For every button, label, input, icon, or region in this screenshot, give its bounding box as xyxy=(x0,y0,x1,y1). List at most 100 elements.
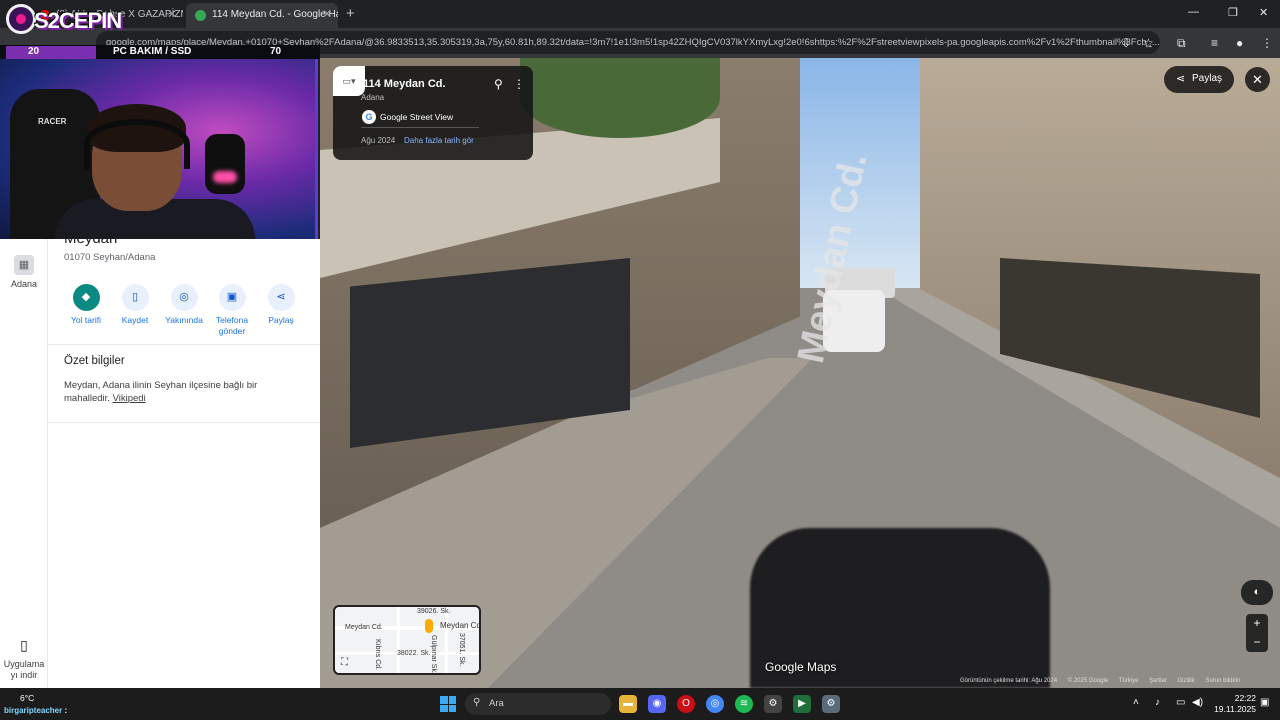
mic-light xyxy=(213,171,237,183)
network-icon[interactable]: ▭ xyxy=(1176,697,1185,708)
maps-left-rail: ▦ Adana ▯ Uygulama yı indir xyxy=(0,239,48,688)
share-icon: ⋖ xyxy=(1176,73,1186,85)
share-icon: ⋖ xyxy=(267,284,295,311)
media-player-icon[interactable]: ▶ xyxy=(793,695,811,713)
minimize-icon[interactable]: — xyxy=(1188,6,1199,18)
maximize-icon[interactable]: ❐ xyxy=(1228,6,1238,19)
minimap[interactable]: 39026. Sk. Meydan Cd. Meydan Cd. 38022. … xyxy=(333,605,481,675)
map-label: Meydan Cd. xyxy=(345,624,383,631)
compass-button[interactable]: ◐ xyxy=(1241,580,1273,605)
action-label: Telefona gönder xyxy=(215,315,249,336)
close-street-view-button[interactable]: ✕ xyxy=(1245,67,1270,92)
map-label: Kıbrıs Cd. xyxy=(374,639,381,671)
chair-logo: RACER xyxy=(38,117,67,126)
wikipedia-link[interactable]: Vikipedi xyxy=(113,393,146,404)
volume-icon[interactable]: ◀) xyxy=(1192,697,1203,708)
expand-map-icon[interactable]: ⛶ xyxy=(341,657,348,668)
settings-icon[interactable]: ⚙ xyxy=(822,695,840,713)
nearby-icon: ◎ xyxy=(170,284,198,311)
action-label: Paylaş xyxy=(268,315,294,325)
share-label: Paylaş xyxy=(1192,73,1223,84)
action-label: Yol tarifi xyxy=(71,315,101,325)
summary-heading: Özet bilgiler xyxy=(64,355,125,367)
action-label: Yakınında xyxy=(165,315,203,325)
google-g-icon: G xyxy=(362,110,376,124)
zoom-out-button[interactable]: − xyxy=(1246,633,1268,652)
microphone-icon[interactable]: ♪ xyxy=(1155,697,1160,708)
stream-logo: S2CEPIN xyxy=(0,0,122,48)
clock-date: 19.11.2025 xyxy=(1214,704,1256,714)
recent-label: Adana xyxy=(10,279,38,289)
footer-privacy[interactable]: Gizlilik xyxy=(1177,678,1194,684)
phone-icon: ▣ xyxy=(218,284,246,311)
bookmark-icon: ▯ xyxy=(121,284,149,311)
new-tab-button[interactable]: + xyxy=(346,5,355,22)
more-options-icon[interactable]: ⋮ xyxy=(513,77,525,91)
share-place-button[interactable]: ⋖ Paylaş xyxy=(256,284,306,326)
map-road xyxy=(445,607,448,673)
notification-icon[interactable]: ▣ xyxy=(1260,697,1269,708)
footer-copyright: © 2025 Google xyxy=(1067,678,1109,684)
spotify-icon[interactable]: ≋ xyxy=(735,695,753,713)
card-subtitle: Adana xyxy=(361,93,385,102)
chrome-icon[interactable]: ◎ xyxy=(706,695,724,713)
close-tab-icon[interactable]: ✕ xyxy=(322,7,332,21)
steam-icon[interactable]: ⚙ xyxy=(764,695,782,713)
keyboard-toggle-icon[interactable]: ▭▾ xyxy=(333,66,365,96)
taskbar-search[interactable]: ⚲ Ara xyxy=(465,693,611,715)
phone-app-icon: ▯ xyxy=(20,637,28,653)
download-app-button[interactable]: ▯ Uygulama yı indir xyxy=(0,635,48,681)
divider xyxy=(48,422,320,423)
pegman-icon xyxy=(425,619,433,633)
file-explorer-icon[interactable]: ▬ xyxy=(619,695,637,713)
weather-widget[interactable]: 6°C xyxy=(20,693,34,703)
reading-list-icon[interactable]: ≡ xyxy=(1211,36,1218,50)
bookmark-star-icon[interactable]: ☆ xyxy=(1143,36,1154,50)
maps-footer: Görüntünün çekilme tarihi: Ağu 2024 © 20… xyxy=(960,678,1280,688)
nearby-button[interactable]: ◎ Yakınında xyxy=(159,284,209,326)
opera-icon[interactable]: O xyxy=(677,695,695,713)
brand-text: S2CEPIN xyxy=(34,8,122,33)
share-button[interactable]: ⋖ Paylaş xyxy=(1164,66,1234,93)
stream-chat-line: birgaripteacher : xyxy=(4,706,67,715)
zoom-in-button[interactable]: + xyxy=(1246,614,1268,633)
clock-time: 22:22 xyxy=(1234,693,1256,703)
capture-date: Ağu 2024 xyxy=(361,136,396,145)
search-placeholder: Ara xyxy=(489,698,504,709)
browser-menu-icon[interactable]: ⋮ xyxy=(1261,36,1273,50)
footer-country[interactable]: Türkiye xyxy=(1119,678,1139,684)
location-pin-icon[interactable]: ⚲ xyxy=(494,77,503,91)
profile-avatar-icon[interactable]: ● xyxy=(1236,36,1243,50)
street-view-info-card: ▭▾ 114 Meydan Cd. Adana ⚲ ⋮ G Google Str… xyxy=(333,66,533,160)
divider xyxy=(48,344,320,345)
headset xyxy=(84,119,190,169)
street-view-source: G Google Street View xyxy=(361,108,479,128)
directions-icon: ◆ xyxy=(72,284,100,311)
start-button[interactable] xyxy=(440,696,456,712)
map-label: Gülpınar Sk. xyxy=(430,635,437,674)
extensions-icon[interactable]: ⧉ xyxy=(1177,36,1186,51)
more-dates-link[interactable]: Daha fazla tarih gör xyxy=(404,136,474,145)
chat-username: birgaripteacher xyxy=(4,706,63,715)
download-app-label: Uygulama yı indir xyxy=(3,659,45,680)
stat-right: 70 xyxy=(270,46,282,57)
windows-taskbar: 6°C birgaripteacher : ⚲ Ara ▬ ◉ O ◎ ≋ ⚙ … xyxy=(0,688,1280,720)
directions-button[interactable]: ◆ Yol tarifi xyxy=(61,284,111,326)
browser-tab-maps[interactable]: 114 Meydan Cd. - Google Haritalar ✕ xyxy=(186,3,338,28)
browser-tab-strip: (3) ALL...Dehşe X GAZAPİZM ✕ 114 Meydan … xyxy=(0,0,1280,28)
send-to-phone-button[interactable]: ▣ Telefona gönder xyxy=(207,284,257,337)
card-title: 114 Meydan Cd. xyxy=(363,78,446,90)
recent-place-adana[interactable]: ▦ Adana xyxy=(0,255,48,289)
save-button[interactable]: ▯ Kaydet xyxy=(110,284,160,326)
clock[interactable]: 22:22 19.11.2025 xyxy=(1208,693,1256,715)
tray-chevron-icon[interactable]: ˄ xyxy=(1133,697,1139,708)
close-tab-icon[interactable]: ✕ xyxy=(167,7,177,21)
window-close-icon[interactable]: ✕ xyxy=(1259,6,1268,19)
recent-thumbnail-icon: ▦ xyxy=(14,255,34,275)
footer-report[interactable]: Sorun bildirin xyxy=(1205,678,1240,684)
footer-terms[interactable]: Şartlar xyxy=(1149,678,1167,684)
stat-label: PC BAKIM / SSD xyxy=(113,46,192,57)
streamer-webcam: RACER xyxy=(0,59,318,239)
discord-icon[interactable]: ◉ xyxy=(648,695,666,713)
install-app-icon[interactable]: ⇩ xyxy=(1121,36,1131,50)
